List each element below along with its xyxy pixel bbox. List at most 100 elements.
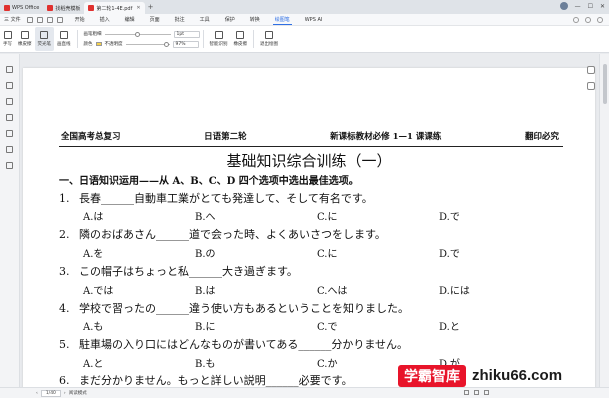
- double-page-icon[interactable]: [474, 390, 479, 395]
- signature-icon[interactable]: [6, 130, 13, 137]
- page-header: 全国高考总复习 日语第二轮 新课标教材必修 1—1 课课练 翻印必究: [61, 130, 559, 142]
- menu-bar: 三 文件 开始 插入 编辑 页面 批注 工具 保护 转换 绘图笔 WPS AI: [0, 14, 609, 26]
- document-viewport[interactable]: 全国高考总复习 日语第二轮 新课标教材必修 1—1 课课练 翻印必究 基础知识综…: [21, 54, 599, 387]
- menu-wps-ai[interactable]: WPS AI: [303, 16, 325, 24]
- tab-wps-office[interactable]: WPS Office: [0, 2, 43, 14]
- question-text: 長春______自動車工業がとても発達して、そして有名です。: [79, 192, 373, 205]
- question-5: 5. 駐車場の入り口にはどんなものが書いてある______分かりません。: [59, 336, 408, 352]
- header-item: 全国高考总复习: [61, 132, 121, 142]
- handwrite-button[interactable]: 手写: [0, 27, 15, 51]
- maximize-icon[interactable]: ☐: [588, 3, 593, 10]
- undo-icon[interactable]: [46, 16, 53, 23]
- option: B.へ: [195, 212, 216, 223]
- share-icon[interactable]: [573, 17, 579, 23]
- option: C.へは: [317, 286, 348, 297]
- highlighter-label: 荧光笔: [37, 42, 52, 47]
- exit-draw-button[interactable]: 退出绘图: [257, 27, 281, 51]
- menu-comment[interactable]: 批注: [173, 15, 187, 24]
- watermark-badge: 学霸智库: [398, 364, 466, 387]
- single-page-icon[interactable]: [464, 390, 469, 395]
- new-tab-icon[interactable]: +: [148, 3, 154, 11]
- template-icon: [47, 5, 54, 11]
- fit-width-icon[interactable]: [484, 390, 489, 395]
- slider-handle[interactable]: [163, 41, 169, 47]
- thickness-field[interactable]: 1pt: [173, 30, 200, 38]
- option: C.で: [317, 322, 338, 333]
- highlighter-icon: [40, 31, 49, 39]
- attachment-icon[interactable]: [6, 114, 13, 121]
- menu-page[interactable]: 页面: [148, 15, 162, 24]
- save-icon[interactable]: [26, 16, 33, 23]
- search-icon[interactable]: [6, 146, 13, 153]
- thumbnail-icon[interactable]: [6, 82, 13, 89]
- tab-label: WPS Office: [12, 5, 40, 11]
- draw-line-button[interactable]: 画直线: [54, 27, 74, 51]
- option: A.も: [83, 322, 104, 333]
- eraser-tool-button[interactable]: 橡皮擦: [15, 27, 35, 51]
- color-label: 颜色: [83, 42, 93, 47]
- minimize-icon[interactable]: —: [575, 3, 581, 10]
- question-text: この帽子はちょっと私______大き過ぎます。: [79, 265, 298, 278]
- pdf-reader-window: WPS Office 找稻壳模板 第二轮1-4E.pdf ✕ + — ☐ ✕ 三…: [0, 0, 609, 398]
- close-tab-icon[interactable]: ✕: [136, 5, 140, 11]
- option: A.は: [83, 212, 104, 223]
- option: C.か: [317, 359, 338, 370]
- redo-icon[interactable]: [56, 16, 63, 23]
- menu-edit[interactable]: 编辑: [123, 15, 137, 24]
- comment-icon[interactable]: [6, 98, 13, 105]
- settings-icon[interactable]: [6, 162, 13, 169]
- tab-template[interactable]: 找稻壳模板: [43, 2, 84, 14]
- option: B.の: [195, 249, 216, 260]
- ribbon-divider: [202, 30, 204, 48]
- ribbon-toolbar: 手写 橡皮擦 荧光笔 画直线 画笔粗细 1pt 颜色 不透明度 97% 智能识别…: [0, 26, 609, 53]
- settings-icon[interactable]: [585, 17, 591, 23]
- prev-page-icon[interactable]: ‹: [36, 391, 38, 396]
- close-window-icon[interactable]: ✕: [600, 3, 605, 10]
- option: D.には: [439, 286, 470, 297]
- print-icon[interactable]: [36, 16, 43, 23]
- menu-protect[interactable]: 保护: [223, 15, 237, 24]
- bookmark-icon[interactable]: [6, 66, 13, 73]
- more-icon[interactable]: [597, 17, 603, 23]
- opacity-field[interactable]: 97%: [172, 40, 199, 48]
- page-number-field[interactable]: 1/40: [40, 389, 61, 397]
- zoom-out-icon[interactable]: [587, 82, 595, 90]
- zoom-in-icon[interactable]: [587, 66, 595, 74]
- erase-label: 橡皮擦: [233, 42, 248, 47]
- thickness-slider[interactable]: [104, 31, 171, 37]
- floating-tools: [587, 66, 595, 90]
- opacity-slider[interactable]: [125, 41, 170, 47]
- tab-pdf-document[interactable]: 第二轮1-4E.pdf ✕: [84, 2, 145, 14]
- next-page-icon[interactable]: ›: [64, 391, 66, 396]
- menu-convert[interactable]: 转换: [248, 15, 262, 24]
- question-number: 2.: [59, 228, 70, 241]
- menu-draw-pen[interactable]: 绘图笔: [272, 15, 292, 25]
- menu-tools[interactable]: 工具: [198, 15, 212, 24]
- avatar[interactable]: [559, 2, 568, 10]
- menu-insert[interactable]: 插入: [98, 15, 112, 24]
- eraser-label: 橡皮擦: [18, 42, 32, 47]
- color-swatch[interactable]: [95, 42, 102, 46]
- line-icon: [59, 31, 68, 39]
- file-menu[interactable]: 三 文件: [4, 16, 21, 23]
- question-number: 5.: [59, 338, 70, 351]
- vertical-scrollbar[interactable]: [599, 54, 609, 387]
- exit-label: 退出绘图: [260, 42, 278, 47]
- question-text: まだ分かりません。もっと詳しい説明______必要です。: [79, 374, 353, 387]
- reading-mode-label[interactable]: 阅读模式: [69, 390, 87, 396]
- pdf-icon: [88, 5, 95, 11]
- slider-handle[interactable]: [134, 31, 140, 37]
- highlighter-button[interactable]: 荧光笔: [34, 27, 54, 51]
- watermark-url: zhiku66.com: [472, 367, 563, 384]
- smart-recognize-button[interactable]: 智能识别: [207, 27, 231, 51]
- erase-all-button[interactable]: 橡皮擦: [231, 27, 251, 51]
- option: A.では: [83, 286, 114, 297]
- question-3: 3. この帽子はちょっと私______大き過ぎます。: [59, 263, 298, 279]
- opacity-label: 不透明度: [104, 42, 123, 47]
- pdf-page: 全国高考总复习 日语第二轮 新课标教材必修 1—1 课课练 翻印必究 基础知识综…: [23, 68, 595, 387]
- question-6: 6. まだ分かりません。もっと詳しい説明______必要です。: [59, 372, 353, 387]
- header-item: 新课标教材必修 1—1 课课练: [330, 132, 442, 142]
- scrollbar-thumb[interactable]: [603, 64, 607, 104]
- menu-start[interactable]: 开始: [73, 15, 87, 24]
- tab-bar: WPS Office 找稻壳模板 第二轮1-4E.pdf ✕ + — ☐ ✕: [0, 0, 609, 14]
